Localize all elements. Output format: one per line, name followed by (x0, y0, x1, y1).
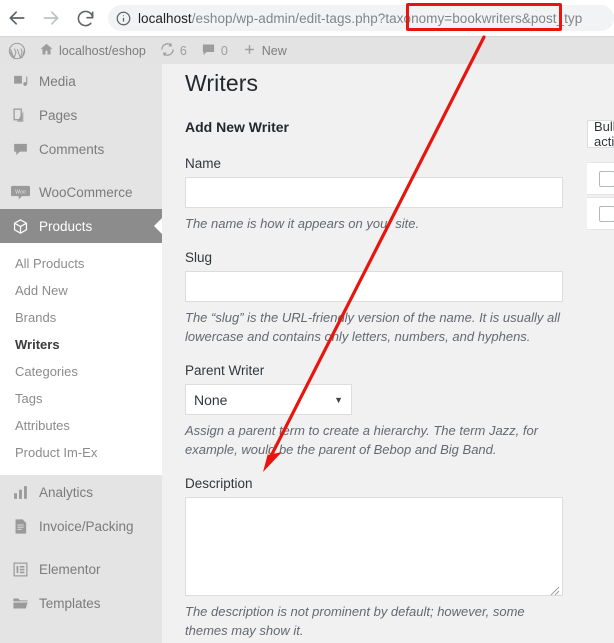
parent-writer-value: None (194, 391, 228, 408)
address-bar[interactable]: localhost/eshop/wp-admin/edit-tags.php?t… (108, 5, 614, 31)
submenu-item-add-new[interactable]: Add New (0, 277, 162, 304)
sidebar-item-elementor[interactable]: Elementor (0, 552, 162, 586)
slug-help-text: The “slug” is the URL-friendly version o… (185, 310, 560, 344)
submenu-item-label: All Products (15, 256, 85, 271)
products-box-icon (10, 216, 30, 236)
back-button[interactable] (0, 1, 34, 35)
woocommerce-icon: Woo (10, 182, 30, 202)
info-circle-icon[interactable] (116, 11, 131, 26)
sidebar-item-media[interactable]: Media (0, 64, 162, 98)
page-title: Writers (185, 70, 259, 97)
submenu-item-label: Brands (15, 310, 57, 325)
sidebar-item-comments[interactable]: Comments (0, 132, 162, 166)
sidebar-item-label: Media (39, 73, 76, 89)
name-label: Name (185, 156, 222, 171)
add-new-writer-form: Add New Writer Name The name is how it a… (185, 119, 563, 643)
comments-count: 0 (220, 43, 228, 58)
reload-button[interactable] (68, 1, 102, 35)
sidebar-item-label: Products (39, 218, 93, 234)
writers-list-table: Bulk actions (582, 64, 614, 643)
resize-grip-icon[interactable] (550, 583, 560, 596)
sidebar-item-label: Comments (39, 141, 105, 157)
parent-writer-help-text: Assign a parent term to create a hierarc… (185, 423, 539, 457)
description-label: Description (185, 476, 253, 491)
pages-icon (10, 105, 30, 125)
submenu-item-label: Add New (15, 283, 68, 298)
submenu-item-label: Tags (15, 391, 43, 406)
main-content: Writers Add New Writer Name The name is … (162, 64, 614, 643)
url-path: /eshop/wp-admin/edit-tags.php?taxonomy=b… (191, 10, 583, 26)
sidebar-item-label: WooCommerce (39, 184, 133, 200)
plus-icon (242, 42, 257, 60)
parent-writer-select[interactable]: None ▼ (185, 384, 352, 415)
table-row (587, 197, 614, 230)
sidebar-item-woocommerce[interactable]: Woo WooCommerce (0, 175, 162, 209)
sidebar-divider (0, 166, 162, 175)
bulk-actions-select[interactable]: Bulk actions (587, 120, 614, 148)
svg-text:Woo: Woo (15, 189, 26, 195)
wordpress-logo-icon[interactable] (0, 37, 32, 64)
new-content-menu[interactable]: New (235, 37, 294, 64)
comment-bubble-icon (201, 42, 216, 60)
invoice-document-icon (10, 516, 30, 536)
updates-icon (160, 42, 175, 60)
submenu-item-attributes[interactable]: Attributes (0, 412, 162, 439)
sidebar-item-analytics[interactable]: Analytics (0, 475, 162, 509)
select-all-checkbox[interactable] (599, 171, 614, 187)
parent-writer-label: Parent Writer (185, 363, 265, 378)
slug-input[interactable] (185, 271, 563, 302)
sidebar-item-label: Elementor (39, 561, 101, 577)
slug-label: Slug (185, 250, 213, 265)
description-textarea[interactable] (185, 497, 563, 596)
submenu-item-label: Attributes (15, 418, 70, 433)
updates-menu[interactable]: 6 (153, 37, 194, 64)
sidebar-divider (0, 543, 162, 552)
submenu-item-product-im-ex[interactable]: Product Im-Ex (0, 439, 162, 466)
submenu-item-all-products[interactable]: All Products (0, 250, 162, 277)
table-header-row (587, 162, 614, 195)
site-name-menu[interactable]: localhost/eshop (32, 37, 153, 64)
row-checkbox[interactable] (599, 206, 614, 222)
home-icon (39, 42, 54, 60)
submenu-item-categories[interactable]: Categories (0, 358, 162, 385)
browser-toolbar: localhost/eshop/wp-admin/edit-tags.php?t… (0, 0, 614, 37)
sidebar-item-products[interactable]: Products (0, 209, 162, 243)
name-help-text: The name is how it appears on your site. (185, 216, 420, 231)
sidebar-item-label: Analytics (39, 484, 94, 500)
submenu-item-label: Writers (15, 337, 60, 352)
submenu-item-label: Product Im-Ex (15, 445, 98, 460)
admin-sidebar: Media Pages Comments Woo WooCommerce Pro… (0, 64, 162, 643)
sidebar-item-invoice-packing[interactable]: Invoice/Packing (0, 509, 162, 543)
submenu-item-brands[interactable]: Brands (0, 304, 162, 331)
name-input[interactable] (185, 177, 563, 208)
submenu-item-tags[interactable]: Tags (0, 385, 162, 412)
form-heading: Add New Writer (185, 119, 289, 135)
submenu-item-label: Categories (15, 364, 78, 379)
sidebar-item-label: Invoice/Packing (39, 518, 134, 534)
submenu-item-writers[interactable]: Writers (0, 331, 162, 358)
products-submenu: All Products Add New Brands Writers Cate… (0, 243, 162, 475)
description-help-text: The description is not prominent by defa… (185, 604, 525, 638)
sidebar-item-templates[interactable]: Templates (0, 586, 162, 620)
url-host: localhost (138, 10, 192, 26)
templates-folder-icon (10, 593, 30, 613)
forward-button[interactable] (34, 1, 68, 35)
updates-count: 6 (179, 43, 187, 58)
sidebar-item-label: Templates (39, 595, 101, 611)
comments-icon (10, 139, 30, 159)
sidebar-item-pages[interactable]: Pages (0, 98, 162, 132)
comments-menu[interactable]: 0 (194, 37, 235, 64)
address-bar-url: localhost/eshop/wp-admin/edit-tags.php?t… (138, 11, 582, 26)
sidebar-item-label: Pages (39, 107, 78, 123)
chevron-down-icon: ▼ (334, 394, 343, 405)
wp-admin-bar: localhost/eshop 6 0 New (0, 37, 614, 64)
analytics-bars-icon (10, 482, 30, 502)
site-name-label: localhost/eshop (59, 43, 146, 58)
media-icon (10, 71, 30, 91)
new-content-label: New (261, 43, 287, 58)
elementor-icon (10, 559, 30, 579)
